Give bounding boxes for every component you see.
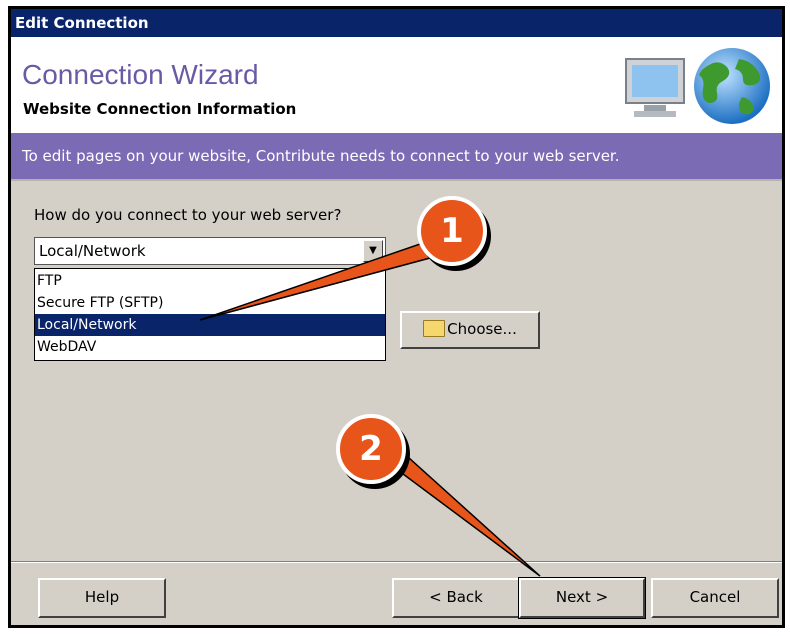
cancel-button[interactable]: Cancel: [651, 578, 779, 618]
next-button[interactable]: Next >: [518, 577, 646, 619]
connection-method-select[interactable]: Local/Network ▼: [34, 237, 386, 265]
edit-connection-dialog: Edit Connection Connection Wizard Websit…: [8, 6, 785, 628]
choose-label: Choose...: [447, 320, 517, 338]
chevron-down-icon[interactable]: ▼: [363, 240, 383, 262]
connection-method-dropdown: FTP Secure FTP (SFTP) Local/Network WebD…: [34, 268, 386, 361]
wizard-header: Connection Wizard Website Connection Inf…: [11, 37, 782, 133]
option-ftp[interactable]: FTP: [35, 270, 385, 292]
help-button[interactable]: Help: [38, 578, 166, 618]
connection-method-label: How do you connect to your web server?: [34, 206, 342, 224]
instruction-banner: To edit pages on your website, Contribut…: [11, 133, 782, 179]
callout-badge-2: 2: [336, 414, 406, 484]
back-button[interactable]: < Back: [392, 578, 520, 618]
dialog-title: Edit Connection: [11, 9, 782, 37]
callout-badge-1: 1: [417, 196, 487, 266]
folder-icon: [423, 320, 446, 337]
option-sftp[interactable]: Secure FTP (SFTP): [35, 292, 385, 314]
choose-button[interactable]: Choose...: [400, 311, 540, 349]
option-local-network[interactable]: Local/Network: [35, 314, 385, 336]
wizard-title: Connection Wizard: [22, 59, 259, 90]
selected-value: Local/Network: [39, 242, 146, 260]
globe-computer-icon: [625, 48, 770, 124]
option-webdav[interactable]: WebDAV: [35, 336, 385, 358]
wizard-subtitle: Website Connection Information: [23, 100, 297, 118]
footer-divider: [11, 561, 782, 563]
banner-divider: [11, 179, 782, 181]
